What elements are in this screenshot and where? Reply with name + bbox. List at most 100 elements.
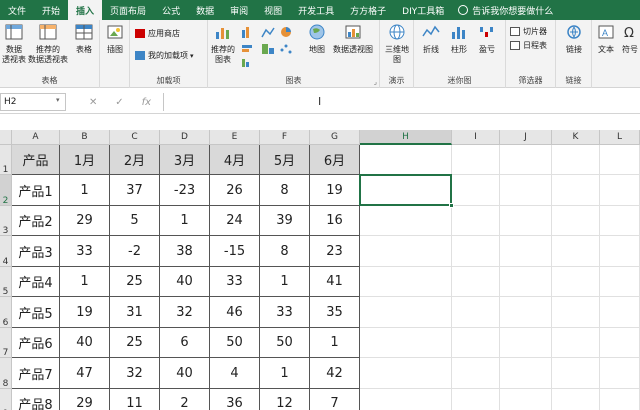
pivot-table-button[interactable]: 数据 透视表 — [2, 24, 26, 65]
table-header-cell[interactable]: 1月 — [60, 145, 110, 175]
symbol-button[interactable]: Ω 符号 — [620, 24, 640, 55]
grid-cell[interactable]: 50 — [210, 328, 260, 358]
grid-cell[interactable]: 8 — [260, 175, 310, 206]
grid-cell[interactable]: 33 — [260, 297, 310, 328]
grid-cell[interactable]: 1 — [60, 267, 110, 297]
column-header[interactable]: F — [260, 130, 310, 145]
row-header[interactable]: 3 — [0, 206, 12, 236]
app-store-button[interactable]: 应用商店 — [135, 28, 180, 39]
row-header[interactable]: 9 — [0, 389, 12, 410]
table-header-cell[interactable]: 6月 — [310, 145, 360, 175]
tab-9[interactable]: 方方格子 — [342, 0, 394, 20]
grid-cell[interactable] — [600, 236, 640, 267]
link-button[interactable]: 链接 — [560, 24, 588, 55]
grid-cell[interactable] — [452, 358, 500, 389]
column-header[interactable]: B — [60, 130, 110, 145]
row-header[interactable]: 7 — [0, 328, 12, 358]
grid-cell[interactable] — [552, 206, 600, 236]
row-header[interactable]: 5 — [0, 267, 12, 297]
tab-10[interactable]: DIY工具箱 — [394, 0, 452, 20]
grid-cell[interactable] — [552, 328, 600, 358]
grid-cell[interactable]: 产品2 — [12, 206, 60, 236]
slicer-button[interactable]: 切片器 — [510, 26, 547, 37]
grid-cell[interactable]: 40 — [160, 267, 210, 297]
grid-cell[interactable] — [360, 236, 452, 267]
insert-function-icon[interactable]: fx — [142, 97, 151, 108]
sparkline-line-button[interactable]: 折线 — [418, 24, 444, 55]
grid-cell[interactable] — [552, 175, 600, 206]
grid-cell[interactable] — [600, 328, 640, 358]
grid-cell[interactable] — [452, 175, 500, 206]
3d-map-button[interactable]: 三维地 图 — [383, 24, 411, 65]
grid-cell[interactable]: 7 — [310, 389, 360, 410]
grid-cell[interactable]: 36 — [210, 389, 260, 410]
grid-cell[interactable] — [452, 267, 500, 297]
grid-cell[interactable] — [500, 297, 552, 328]
grid-cell[interactable]: 29 — [60, 206, 110, 236]
chevron-down-icon[interactable]: ▾ — [56, 96, 60, 104]
grid-cell[interactable] — [452, 297, 500, 328]
grid-cell[interactable]: 33 — [60, 236, 110, 267]
formula-input[interactable] — [163, 93, 640, 111]
grid-cell[interactable]: 25 — [110, 328, 160, 358]
column-header[interactable]: D — [160, 130, 210, 145]
grid-cell[interactable]: -15 — [210, 236, 260, 267]
grid-cell[interactable] — [452, 389, 500, 410]
table-button[interactable]: 表格 — [72, 24, 96, 55]
recommended-charts-button[interactable]: 推荐的 图表 — [210, 24, 236, 65]
grid-cell[interactable] — [552, 236, 600, 267]
grid-cell[interactable] — [552, 267, 600, 297]
row-header[interactable]: 4 — [0, 236, 12, 267]
grid-cell[interactable]: 24 — [210, 206, 260, 236]
maps-button[interactable]: 地图 — [306, 24, 328, 55]
column-header[interactable]: C — [110, 130, 160, 145]
illustrations-button[interactable]: 插图 — [103, 24, 127, 55]
grid-cell[interactable]: 25 — [110, 267, 160, 297]
grid-cell[interactable]: 23 — [310, 236, 360, 267]
grid-cell[interactable]: 6 — [160, 328, 210, 358]
grid-cell[interactable]: 8 — [260, 236, 310, 267]
tab-2[interactable]: 插入 — [68, 0, 103, 20]
grid-cell[interactable]: 1 — [260, 358, 310, 389]
grid-cell[interactable]: 41 — [310, 267, 360, 297]
grid-cell[interactable] — [360, 328, 452, 358]
grid-cell[interactable]: 1 — [60, 175, 110, 206]
grid-cell[interactable] — [600, 297, 640, 328]
grid-cell[interactable] — [452, 236, 500, 267]
grid-cell[interactable]: 4 — [210, 358, 260, 389]
grid-cell[interactable]: 46 — [210, 297, 260, 328]
table-header-cell[interactable]: 3月 — [160, 145, 210, 175]
grid-cell[interactable]: 38 — [160, 236, 210, 267]
chart-types-icon[interactable] — [240, 26, 304, 70]
grid-cell[interactable] — [452, 206, 500, 236]
grid-cell[interactable]: 50 — [260, 328, 310, 358]
tab-3[interactable]: 页面布局 — [102, 0, 154, 20]
grid-cell[interactable] — [600, 175, 640, 206]
grid-cell[interactable]: 37 — [110, 175, 160, 206]
column-header[interactable]: A — [12, 130, 60, 145]
sparkline-winloss-button[interactable]: 盈亏 — [474, 24, 500, 55]
grid-cell[interactable] — [360, 206, 452, 236]
grid-cell[interactable] — [552, 297, 600, 328]
grid-cell[interactable] — [500, 328, 552, 358]
grid-cell[interactable]: 35 — [310, 297, 360, 328]
column-header[interactable]: E — [210, 130, 260, 145]
grid-cell[interactable]: 19 — [310, 175, 360, 206]
row-header[interactable]: 6 — [0, 297, 12, 328]
column-header[interactable]: H — [360, 130, 452, 145]
tab-7[interactable]: 视图 — [256, 0, 290, 20]
select-all-corner[interactable] — [0, 130, 12, 145]
grid-cell[interactable] — [500, 236, 552, 267]
grid-cell[interactable]: 1 — [160, 206, 210, 236]
grid-cell[interactable]: 31 — [110, 297, 160, 328]
dialog-launcher-icon[interactable]: ⌟ — [374, 78, 377, 86]
grid-cell[interactable] — [500, 389, 552, 410]
table-header-cell[interactable]: 产品 — [12, 145, 60, 175]
grid-cell[interactable] — [552, 389, 600, 410]
grid-cell[interactable] — [600, 389, 640, 410]
grid-cell[interactable]: -2 — [110, 236, 160, 267]
fill-handle[interactable] — [449, 203, 454, 208]
grid-cell[interactable] — [552, 145, 600, 175]
grid-cell[interactable]: 32 — [110, 358, 160, 389]
grid-cell[interactable] — [360, 145, 452, 175]
